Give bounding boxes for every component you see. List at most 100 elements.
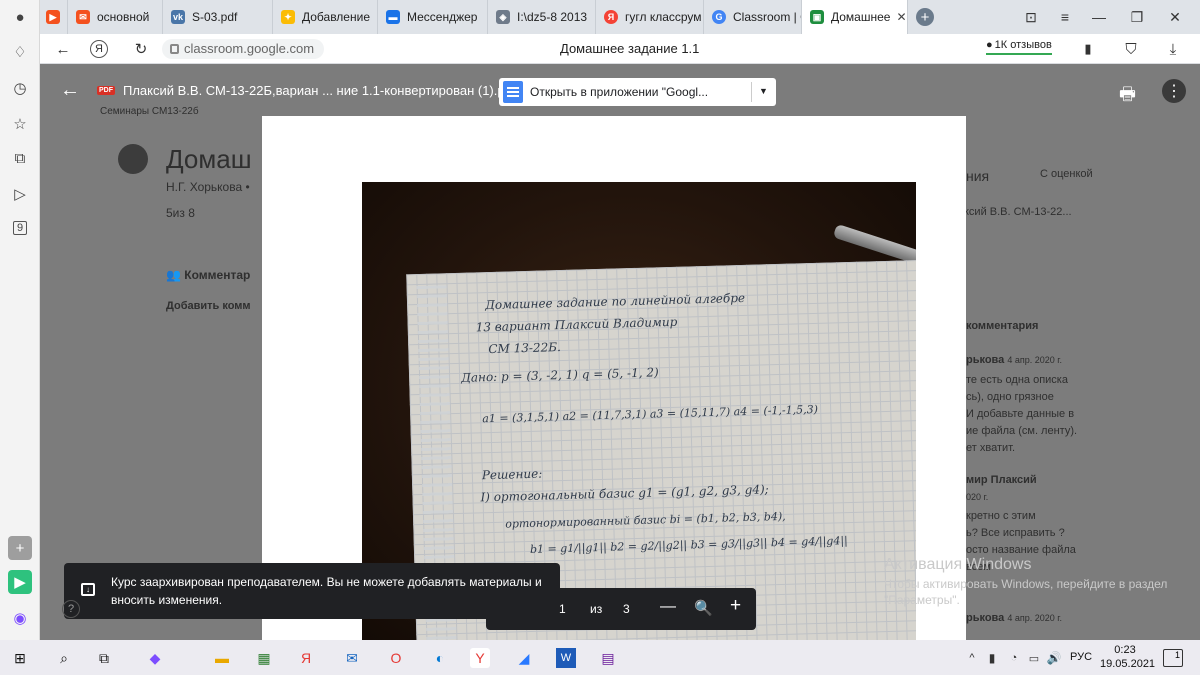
zoom-icon: 🔍 bbox=[694, 600, 713, 617]
tab-mail[interactable]: ✉ основной bbox=[68, 0, 163, 34]
handwritten-line: ортонормированный базис bi = (b1, b2, b3… bbox=[505, 509, 786, 531]
yandex-mail-icon: ✉ bbox=[76, 10, 90, 24]
comments-header: 👥 Комментар bbox=[166, 268, 251, 282]
student-name[interactable]: ксий В.В. СМ-13-22... bbox=[964, 206, 1072, 218]
close-window-icon[interactable]: ✕ bbox=[1158, 0, 1192, 34]
reviews-badge[interactable]: 1К отзывов bbox=[986, 39, 1052, 55]
file-explorer-icon[interactable]: ▬ bbox=[212, 648, 232, 668]
assistant-icon[interactable]: ◉ bbox=[8, 606, 32, 630]
tab-extension[interactable]: ✦ Добавление bbox=[273, 0, 378, 34]
calendar-badge[interactable]: 9 bbox=[8, 216, 32, 240]
network-icon[interactable]: ◔ bbox=[1004, 648, 1024, 668]
print-icon[interactable]: 🖶 bbox=[1119, 82, 1136, 112]
messenger-icon: ▬ bbox=[386, 10, 400, 24]
yandex-logo-icon: ▶ bbox=[46, 10, 60, 24]
yandex-icon: Я bbox=[604, 10, 618, 24]
tab-messenger[interactable]: ▬ Мессенджер bbox=[378, 0, 488, 34]
add-icon[interactable]: + bbox=[8, 536, 32, 560]
handwritten-line: b1 = g1/||g1|| b2 = g2/||g2|| b3 = g3/||… bbox=[529, 534, 848, 556]
add-comment-link[interactable]: Добавить комм bbox=[166, 300, 251, 312]
handwritten-line: a1 = (3,1,5,1) a2 = (11,7,3,1) a3 = (15,… bbox=[482, 402, 819, 426]
opera-icon[interactable]: O bbox=[386, 648, 406, 668]
close-icon[interactable]: ✕ bbox=[896, 10, 906, 24]
mail-icon[interactable]: ✉ bbox=[342, 648, 362, 668]
language-indicator[interactable]: РУС bbox=[1070, 651, 1092, 663]
windows-taskbar: ⊞ ⌕ ⧉ ◆ ▬ ▦ Я ✉ O ◐ Y ◢ W ▤ ^ ▮ ◔ ▭ 🔊 РУ… bbox=[0, 640, 1200, 675]
open-in-app-button[interactable]: Открыть в приложении "Googl... ▼ bbox=[499, 78, 776, 106]
yandex-button[interactable]: ▶ bbox=[40, 0, 68, 34]
back-arrow-icon[interactable]: ← bbox=[60, 80, 80, 100]
play-icon[interactable]: ▷ bbox=[8, 182, 32, 206]
star-icon[interactable]: ☆ bbox=[8, 112, 32, 136]
bookmark-icon[interactable]: ▮ bbox=[1077, 38, 1099, 60]
microphone-icon[interactable]: ▮ bbox=[982, 648, 1002, 668]
alice-icon[interactable]: ▶ bbox=[8, 570, 32, 594]
word-icon[interactable]: W bbox=[556, 648, 576, 668]
windows-activation-watermark: Активация Windows Чтобы активировать Win… bbox=[884, 556, 1168, 607]
handwritten-line: Домашнее задание по линейной алгебре bbox=[484, 290, 746, 313]
pdf-page: Домашнее задание по линейной алгебре 13 … bbox=[262, 116, 966, 640]
page-controls: 1 из 3 — 🔍 + bbox=[486, 588, 756, 630]
handwritten-line: СМ 13-22Б. bbox=[488, 340, 562, 357]
tab-manager-icon[interactable]: ⊡ bbox=[1014, 0, 1048, 34]
archive-icon: ↓ bbox=[81, 583, 95, 596]
winrar-icon[interactable]: ▤ bbox=[598, 648, 618, 668]
classroom-icon: ▣ bbox=[810, 10, 824, 24]
bell-icon[interactable]: ♢ bbox=[8, 40, 32, 64]
tab-search[interactable]: Ягугл классрум bbox=[596, 0, 704, 34]
yandex-app-icon[interactable]: Y bbox=[470, 648, 490, 668]
task-view-icon[interactable]: ⧉ bbox=[94, 648, 114, 668]
browser-sidebar: ● ♢ ◷ ☆ ⧉ ▷ 9 + ▶ ◉ bbox=[0, 0, 40, 640]
person-icon[interactable]: ● bbox=[8, 5, 32, 29]
clock[interactable]: 0:23 19.05.2021 bbox=[1100, 643, 1155, 671]
pdf-icon: PDF bbox=[97, 86, 115, 95]
comment-author: рькова 4 апр. 2020 г. bbox=[966, 354, 1062, 366]
notification-center-icon[interactable]: 1 bbox=[1163, 649, 1183, 667]
yandex-browser-icon[interactable]: Я bbox=[296, 648, 316, 668]
app-icon[interactable]: ◢ bbox=[514, 648, 534, 668]
pdf-viewer-bar: ← PDF Плаксий В.В. СМ-13-22Б,вариан ... … bbox=[40, 64, 1200, 116]
reload-icon[interactable]: ↻ bbox=[130, 38, 152, 60]
teacher-name: Н.Г. Хорькова • bbox=[166, 180, 250, 194]
lock-icon bbox=[170, 44, 179, 54]
help-icon[interactable]: ? bbox=[62, 600, 80, 618]
search-icon[interactable]: ⌕ bbox=[54, 648, 74, 668]
restore-icon[interactable]: ❐ bbox=[1120, 0, 1154, 34]
comment-text: те есть одна описка сь), одно грязное И … bbox=[966, 374, 1078, 454]
zoom-out-button[interactable]: — bbox=[660, 598, 676, 616]
right-tab-submitted[interactable]: ния bbox=[966, 168, 989, 184]
current-page[interactable]: 1 bbox=[559, 602, 566, 616]
new-tab-button[interactable]: + bbox=[908, 0, 942, 34]
menu-icon[interactable]: ≡ bbox=[1048, 0, 1082, 34]
tab-classroom[interactable]: G Classroom | G bbox=[704, 0, 802, 34]
handwritten-line: Дано: p = (3, -2, 1) q = (5, -1, 2) bbox=[460, 365, 659, 385]
vk-icon: vk bbox=[171, 10, 185, 24]
file-title: Плаксий В.В. СМ-13-22Б,вариан ... ние 1.… bbox=[123, 83, 516, 98]
back-icon[interactable]: ← bbox=[52, 38, 74, 60]
windows-start-icon[interactable]: ⊞ bbox=[10, 648, 30, 668]
yandex-home-icon[interactable]: Я bbox=[90, 40, 108, 58]
store-icon[interactable]: ▦ bbox=[254, 648, 274, 668]
download-icon[interactable]: ⤓ bbox=[1162, 38, 1184, 60]
minimize-icon[interactable]: — bbox=[1082, 0, 1116, 34]
tab-vk[interactable]: vk S-03.pdf bbox=[163, 0, 273, 34]
battery-icon[interactable]: ▭ bbox=[1024, 648, 1044, 668]
protect-icon[interactable]: ⛉ bbox=[1120, 38, 1142, 60]
history-icon[interactable]: ◷ bbox=[8, 76, 32, 100]
comment-date: 020 г. bbox=[966, 492, 989, 502]
zoom-in-button[interactable]: + bbox=[730, 595, 741, 617]
url-field[interactable]: classroom.google.com bbox=[162, 39, 325, 59]
right-tab-graded[interactable]: С оценкой bbox=[1040, 168, 1093, 180]
tab-dz[interactable]: ◈ I:\dz5-8 2013 bbox=[488, 0, 596, 34]
tab-bar: ▶ ✉ основной vk S-03.pdf ✦ Добавление ▬ Месс… bbox=[40, 0, 1200, 34]
alice-taskbar-icon[interactable]: ◆ bbox=[145, 648, 165, 668]
more-vert-icon[interactable]: ⋮ bbox=[1162, 79, 1186, 103]
chevron-down-icon[interactable]: ▼ bbox=[759, 86, 768, 96]
chevron-up-icon[interactable]: ^ bbox=[962, 648, 982, 668]
collections-icon[interactable]: ⧉ bbox=[8, 146, 32, 170]
tab-homework[interactable]: ▣ Домашнее ✕ bbox=[802, 0, 908, 34]
google-icon: G bbox=[712, 10, 726, 24]
volume-icon[interactable]: 🔊 bbox=[1044, 648, 1064, 668]
edge-icon[interactable]: ◐ bbox=[430, 648, 450, 668]
shield-icon: ◈ bbox=[496, 10, 510, 24]
